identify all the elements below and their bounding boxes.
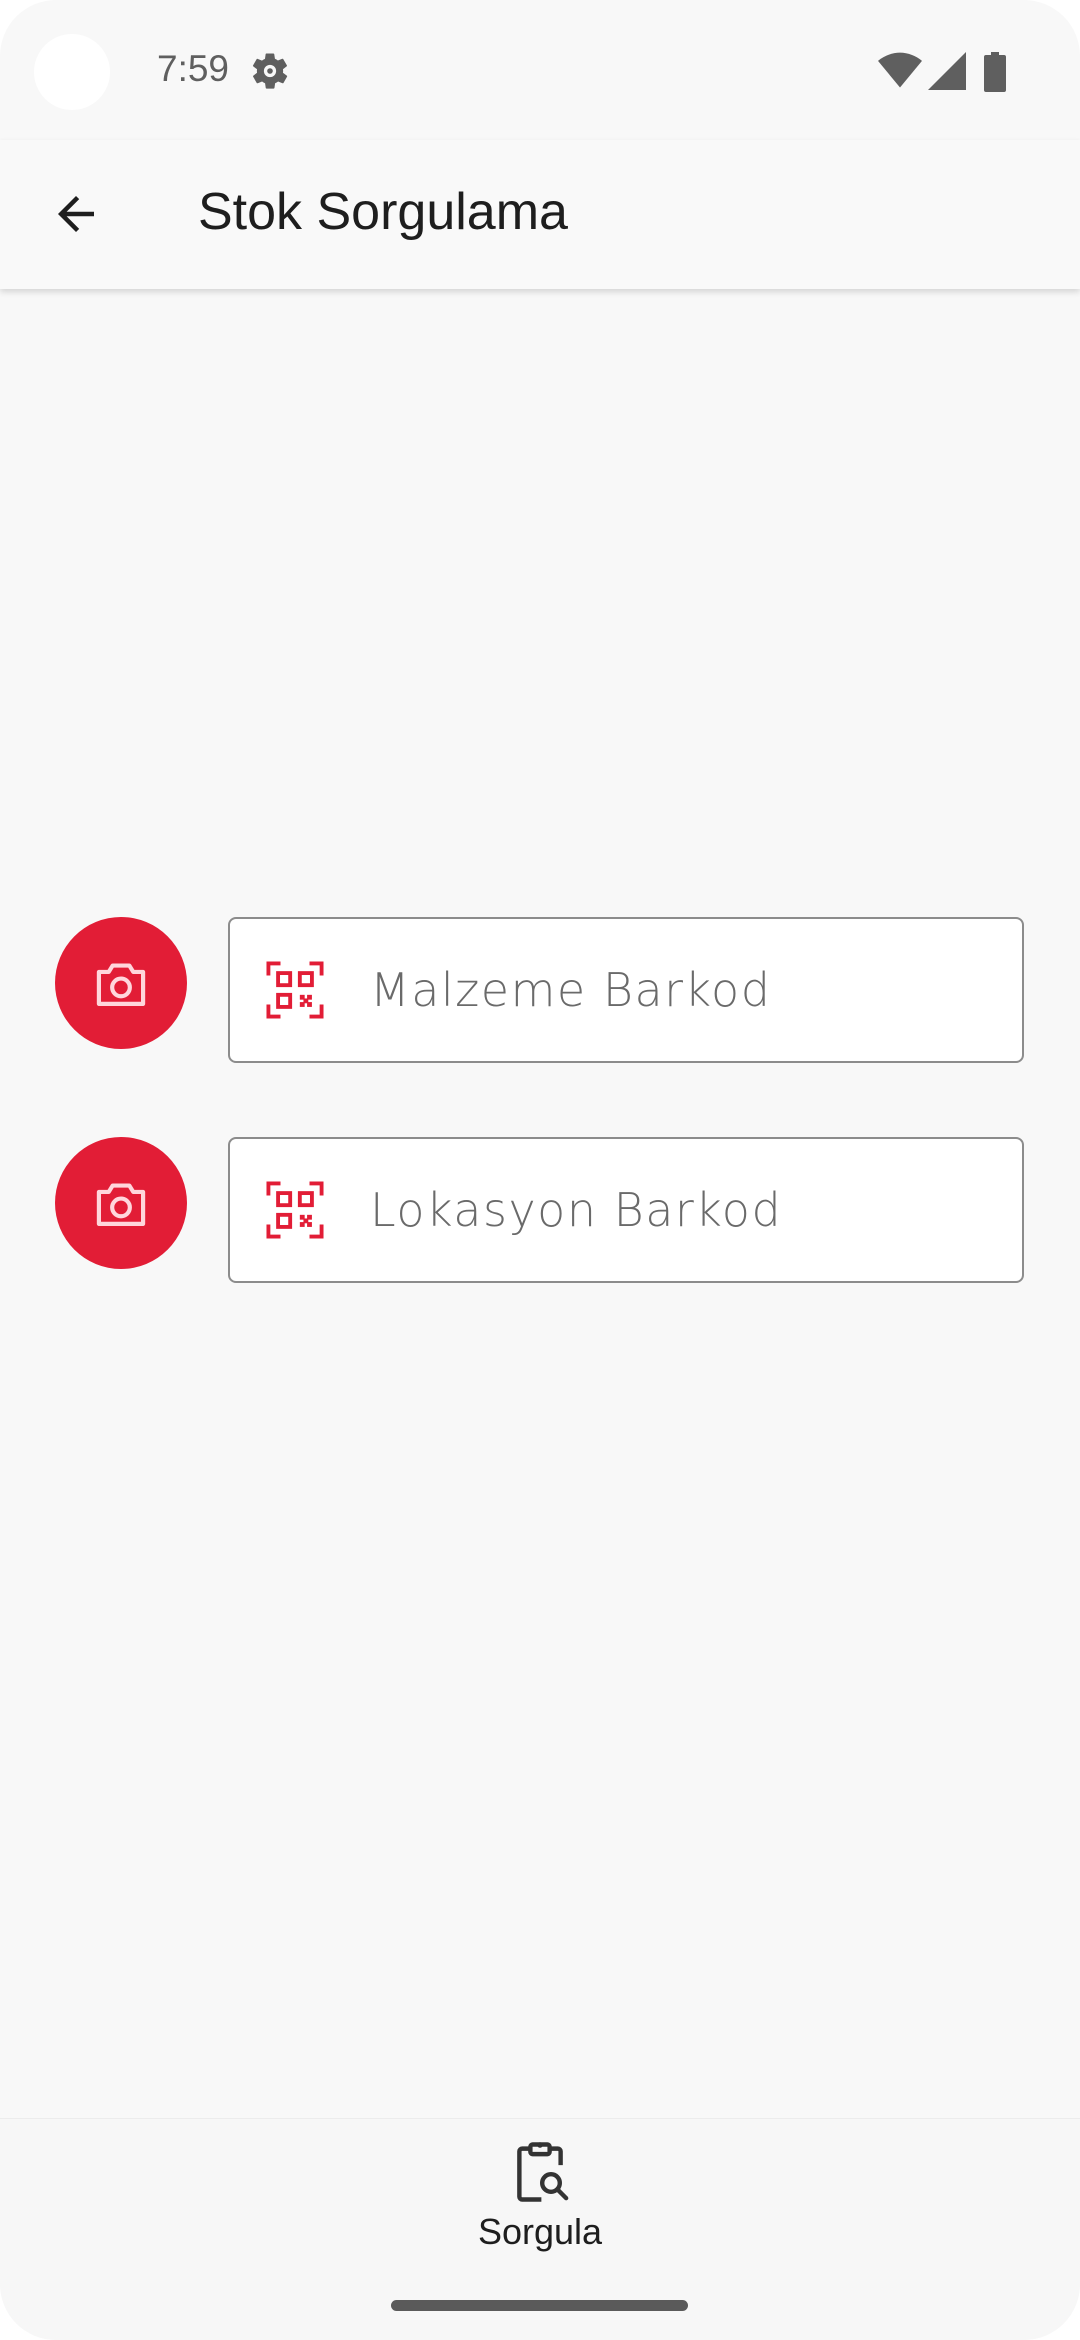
status-bar: 7:59 <box>0 0 1080 140</box>
cellular-signal-icon <box>928 52 966 90</box>
qr-code-scan-icon <box>266 961 324 1019</box>
battery-icon <box>984 52 1006 92</box>
camera-icon <box>96 963 146 1006</box>
material-scan-camera-button[interactable] <box>55 917 187 1049</box>
app-bar: Stok Sorgulama <box>0 140 1080 289</box>
app-screen: 7:59 Stok Sorgulama Malzeme Barkod Lokas… <box>0 0 1080 2340</box>
location-barcode-input[interactable] <box>370 1139 990 1281</box>
home-indicator[interactable] <box>391 2300 688 2311</box>
front-camera-cutout <box>34 34 110 110</box>
qr-code-scan-icon <box>266 1181 324 1239</box>
wifi-icon <box>878 52 922 88</box>
location-barcode-row <box>0 1137 1080 1287</box>
status-icons <box>878 52 1008 92</box>
page-title: Stok Sorgulama <box>198 183 568 241</box>
material-barcode-row <box>0 917 1080 1067</box>
nav-item-sorgula[interactable]: Sorgula <box>440 2139 640 2279</box>
arrow-back-icon <box>58 196 94 232</box>
location-barcode-field[interactable] <box>228 1137 1024 1283</box>
settings-gear-icon <box>252 53 288 89</box>
location-scan-camera-button[interactable] <box>55 1137 187 1269</box>
clipboard-search-icon <box>517 2142 569 2202</box>
material-barcode-input[interactable] <box>370 919 990 1061</box>
status-time: 7:59 <box>157 48 230 89</box>
camera-icon <box>96 1183 146 1226</box>
material-barcode-field[interactable] <box>228 917 1024 1063</box>
nav-label-sorgula: Sorgula <box>477 2211 603 2252</box>
back-button[interactable] <box>36 174 116 254</box>
